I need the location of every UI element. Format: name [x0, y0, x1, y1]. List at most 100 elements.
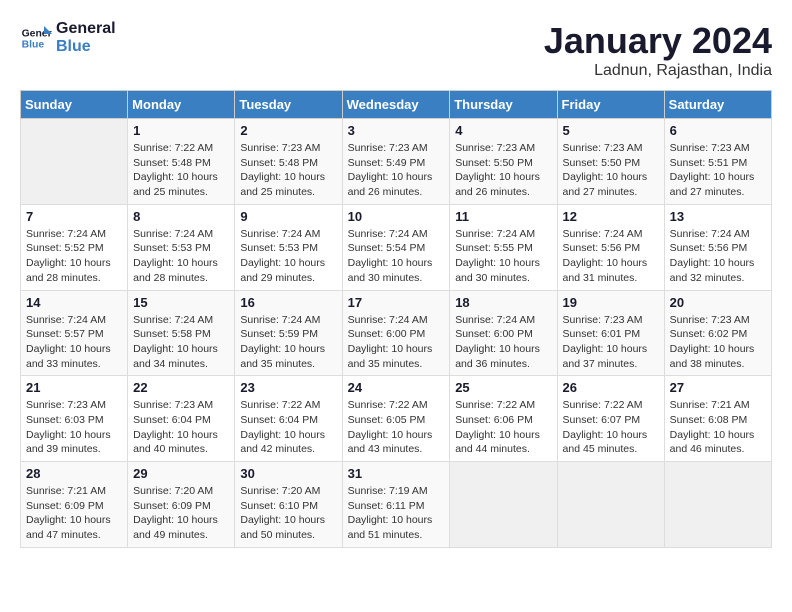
day-number: 16	[240, 295, 336, 310]
calendar-cell	[21, 119, 128, 205]
day-info: Sunrise: 7:23 AMSunset: 5:50 PMDaylight:…	[563, 141, 659, 200]
day-number: 13	[670, 209, 766, 224]
day-info: Sunrise: 7:24 AMSunset: 5:59 PMDaylight:…	[240, 313, 336, 372]
day-info: Sunrise: 7:24 AMSunset: 5:56 PMDaylight:…	[670, 227, 766, 286]
calendar-cell: 4Sunrise: 7:23 AMSunset: 5:50 PMDaylight…	[450, 119, 557, 205]
day-number: 6	[670, 123, 766, 138]
calendar-cell: 16 Sunrise: 7:24 AMSunset: 5:59 PMDayligh…	[235, 290, 342, 376]
day-number: 17	[348, 295, 445, 310]
calendar-cell	[664, 462, 771, 548]
day-header-wednesday: Wednesday	[342, 91, 450, 119]
day-number: 5	[563, 123, 659, 138]
day-info: Sunrise: 7:22 AMSunset: 6:05 PMDaylight:…	[348, 398, 445, 457]
day-info: Sunrise: 7:23 AMSunset: 5:49 PMDaylight:…	[348, 141, 445, 200]
calendar-cell: 8 Sunrise: 7:24 AMSunset: 5:53 PMDaylight…	[128, 204, 235, 290]
day-info: Sunrise: 7:24 AMSunset: 5:55 PMDaylight:…	[455, 227, 551, 286]
logo-icon: General Blue	[20, 22, 52, 54]
calendar-cell: 5 Sunrise: 7:23 AMSunset: 5:50 PMDaylight…	[557, 119, 664, 205]
calendar-cell: 22Sunrise: 7:23 AMSunset: 6:04 PMDayligh…	[128, 376, 235, 462]
day-info: Sunrise: 7:23 AMSunset: 6:03 PMDaylight:…	[26, 398, 122, 457]
calendar-cell: 28 Sunrise: 7:21 AMSunset: 6:09 PMDayligh…	[21, 462, 128, 548]
day-number: 9	[240, 209, 336, 224]
day-number: 27	[670, 380, 766, 395]
day-info: Sunrise: 7:24 AMSunset: 5:54 PMDaylight:…	[348, 227, 445, 286]
calendar-cell: 2 Sunrise: 7:23 AMSunset: 5:48 PMDaylight…	[235, 119, 342, 205]
day-number: 7	[26, 209, 122, 224]
day-info: Sunrise: 7:24 AMSunset: 5:57 PMDaylight:…	[26, 313, 122, 372]
day-number: 19	[563, 295, 659, 310]
day-info: Sunrise: 7:22 AMSunset: 5:48 PMDaylight:…	[133, 141, 229, 200]
calendar-week-row: 1 Sunrise: 7:22 AMSunset: 5:48 PMDaylight…	[21, 119, 772, 205]
day-number: 29	[133, 466, 229, 481]
day-number: 12	[563, 209, 659, 224]
day-number: 8	[133, 209, 229, 224]
svg-text:Blue: Blue	[22, 39, 45, 50]
month-title: January 2024	[544, 20, 772, 62]
calendar-cell: 29 Sunrise: 7:20 AMSunset: 6:09 PMDayligh…	[128, 462, 235, 548]
calendar-cell: 11Sunrise: 7:24 AMSunset: 5:55 PMDayligh…	[450, 204, 557, 290]
day-info: Sunrise: 7:22 AMSunset: 6:06 PMDaylight:…	[455, 398, 551, 457]
day-number: 28	[26, 466, 122, 481]
day-header-thursday: Thursday	[450, 91, 557, 119]
day-number: 15	[133, 295, 229, 310]
day-info: Sunrise: 7:23 AMSunset: 6:01 PMDaylight:…	[563, 313, 659, 372]
day-number: 4	[455, 123, 551, 138]
calendar-cell: 27Sunrise: 7:21 AMSunset: 6:08 PMDayligh…	[664, 376, 771, 462]
day-info: Sunrise: 7:24 AMSunset: 5:52 PMDaylight:…	[26, 227, 122, 286]
calendar-cell	[557, 462, 664, 548]
calendar-cell: 20 Sunrise: 7:23 AMSunset: 6:02 PMDayligh…	[664, 290, 771, 376]
title-block: January 2024 Ladnun, Rajasthan, India	[544, 20, 772, 80]
day-number: 20	[670, 295, 766, 310]
day-info: Sunrise: 7:22 AMSunset: 6:07 PMDaylight:…	[563, 398, 659, 457]
day-info: Sunrise: 7:23 AMSunset: 5:51 PMDaylight:…	[670, 141, 766, 200]
day-info: Sunrise: 7:24 AMSunset: 6:00 PMDaylight:…	[348, 313, 445, 372]
day-header-tuesday: Tuesday	[235, 91, 342, 119]
calendar-cell: 14 Sunrise: 7:24 AMSunset: 5:57 PMDayligh…	[21, 290, 128, 376]
location: Ladnun, Rajasthan, India	[544, 62, 772, 80]
day-info: Sunrise: 7:24 AMSunset: 5:53 PMDaylight:…	[133, 227, 229, 286]
day-number: 23	[240, 380, 336, 395]
calendar-week-row: 21Sunrise: 7:23 AMSunset: 6:03 PMDayligh…	[21, 376, 772, 462]
calendar-cell: 6 Sunrise: 7:23 AMSunset: 5:51 PMDaylight…	[664, 119, 771, 205]
day-info: Sunrise: 7:21 AMSunset: 6:09 PMDaylight:…	[26, 484, 122, 543]
calendar-cell: 24Sunrise: 7:22 AMSunset: 6:05 PMDayligh…	[342, 376, 450, 462]
day-number: 2	[240, 123, 336, 138]
day-info: Sunrise: 7:24 AMSunset: 5:58 PMDaylight:…	[133, 313, 229, 372]
day-number: 10	[348, 209, 445, 224]
calendar-cell	[450, 462, 557, 548]
calendar-cell: 1 Sunrise: 7:22 AMSunset: 5:48 PMDaylight…	[128, 119, 235, 205]
day-info: Sunrise: 7:24 AMSunset: 6:00 PMDaylight:…	[455, 313, 551, 372]
calendar-cell: 9 Sunrise: 7:24 AMSunset: 5:53 PMDaylight…	[235, 204, 342, 290]
day-number: 1	[133, 123, 229, 138]
day-info: Sunrise: 7:24 AMSunset: 5:53 PMDaylight:…	[240, 227, 336, 286]
day-number: 30	[240, 466, 336, 481]
calendar-cell: 25Sunrise: 7:22 AMSunset: 6:06 PMDayligh…	[450, 376, 557, 462]
day-info: Sunrise: 7:24 AMSunset: 5:56 PMDaylight:…	[563, 227, 659, 286]
calendar-header-row: SundayMondayTuesdayWednesdayThursdayFrid…	[21, 91, 772, 119]
logo-general: General	[56, 20, 116, 38]
calendar-week-row: 14 Sunrise: 7:24 AMSunset: 5:57 PMDayligh…	[21, 290, 772, 376]
day-number: 22	[133, 380, 229, 395]
day-header-friday: Friday	[557, 91, 664, 119]
day-number: 14	[26, 295, 122, 310]
logo: General Blue General Blue	[20, 20, 116, 55]
calendar-table: SundayMondayTuesdayWednesdayThursdayFrid…	[20, 90, 772, 548]
page-header: General Blue General Blue January 2024 L…	[20, 20, 772, 80]
day-info: Sunrise: 7:23 AMSunset: 5:48 PMDaylight:…	[240, 141, 336, 200]
day-header-monday: Monday	[128, 91, 235, 119]
day-header-saturday: Saturday	[664, 91, 771, 119]
day-header-sunday: Sunday	[21, 91, 128, 119]
calendar-cell: 23Sunrise: 7:22 AMSunset: 6:04 PMDayligh…	[235, 376, 342, 462]
calendar-cell: 31 Sunrise: 7:19 AMSunset: 6:11 PMDayligh…	[342, 462, 450, 548]
day-number: 3	[348, 123, 445, 138]
calendar-cell: 21Sunrise: 7:23 AMSunset: 6:03 PMDayligh…	[21, 376, 128, 462]
calendar-cell: 18Sunrise: 7:24 AMSunset: 6:00 PMDayligh…	[450, 290, 557, 376]
calendar-cell: 7 Sunrise: 7:24 AMSunset: 5:52 PMDaylight…	[21, 204, 128, 290]
calendar-cell: 15 Sunrise: 7:24 AMSunset: 5:58 PMDayligh…	[128, 290, 235, 376]
calendar-cell: 17 Sunrise: 7:24 AMSunset: 6:00 PMDayligh…	[342, 290, 450, 376]
day-info: Sunrise: 7:23 AMSunset: 6:02 PMDaylight:…	[670, 313, 766, 372]
day-number: 31	[348, 466, 445, 481]
calendar-cell: 12 Sunrise: 7:24 AMSunset: 5:56 PMDayligh…	[557, 204, 664, 290]
day-info: Sunrise: 7:19 AMSunset: 6:11 PMDaylight:…	[348, 484, 445, 543]
day-info: Sunrise: 7:20 AMSunset: 6:09 PMDaylight:…	[133, 484, 229, 543]
